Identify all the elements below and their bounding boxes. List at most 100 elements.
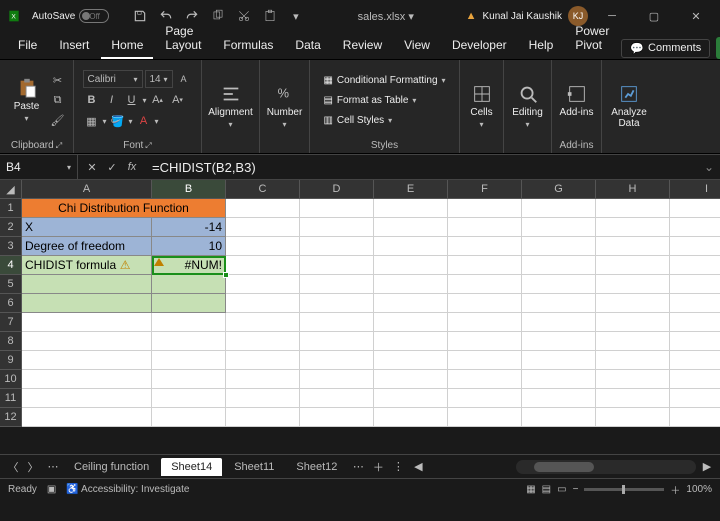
cell-c9[interactable]	[226, 351, 300, 370]
cell-b12[interactable]	[152, 408, 226, 427]
cell-a5[interactable]	[22, 275, 152, 294]
font-name-selector[interactable]: Calibri▾	[83, 70, 143, 88]
sheet-tab-sheet12[interactable]: Sheet12	[286, 458, 347, 476]
formula-input[interactable]: =CHIDIST(B2,B3)	[146, 160, 698, 175]
user-name[interactable]: Kunal Jai Kaushik	[483, 11, 563, 22]
cell-f8[interactable]	[448, 332, 522, 351]
row-header-9[interactable]: 9	[0, 351, 22, 370]
cell-d7[interactable]	[300, 313, 374, 332]
cell-d12[interactable]	[300, 408, 374, 427]
tab-view[interactable]: View	[394, 33, 440, 59]
cell-g4[interactable]	[522, 256, 596, 275]
cell-h7[interactable]	[596, 313, 670, 332]
row-header-10[interactable]: 10	[0, 370, 22, 389]
cell-e7[interactable]	[374, 313, 448, 332]
cell-f1[interactable]	[448, 199, 522, 218]
cell-d6[interactable]	[300, 294, 374, 313]
cell-a12[interactable]	[22, 408, 152, 427]
cell-b5[interactable]	[152, 275, 226, 294]
cell-e2[interactable]	[374, 218, 448, 237]
increase-font-icon[interactable]: A	[175, 70, 193, 88]
cut-icon[interactable]	[234, 6, 254, 26]
tab-developer[interactable]: Developer	[442, 33, 517, 59]
cell-f9[interactable]	[448, 351, 522, 370]
number-format-button[interactable]: % Number▾	[265, 62, 305, 149]
underline-button[interactable]: U	[123, 91, 141, 109]
tab-formulas[interactable]: Formulas	[213, 33, 283, 59]
cell-h2[interactable]	[596, 218, 670, 237]
col-header-f[interactable]: F	[448, 180, 522, 199]
cell-a9[interactable]	[22, 351, 152, 370]
cell-c10[interactable]	[226, 370, 300, 389]
cell-e6[interactable]	[374, 294, 448, 313]
cell-b6[interactable]	[152, 294, 226, 313]
view-page-icon[interactable]: ▤	[542, 484, 551, 495]
tab-review[interactable]: Review	[333, 33, 392, 59]
cell-b10[interactable]	[152, 370, 226, 389]
cell-g7[interactable]	[522, 313, 596, 332]
cell-a7[interactable]	[22, 313, 152, 332]
row-header-11[interactable]: 11	[0, 389, 22, 408]
cell-c12[interactable]	[226, 408, 300, 427]
save-icon[interactable]	[130, 6, 150, 26]
tab-help[interactable]: Help	[519, 33, 564, 59]
accept-formula-icon[interactable]: ✓	[102, 161, 122, 174]
row-header-3[interactable]: 3	[0, 237, 22, 256]
cancel-formula-icon[interactable]: ✕	[82, 161, 102, 174]
cell-e12[interactable]	[374, 408, 448, 427]
view-normal-icon[interactable]: ▦	[526, 484, 535, 495]
formula-expand-icon[interactable]: ⌄	[698, 160, 720, 174]
cell-i4[interactable]	[670, 256, 720, 275]
increase-font-button[interactable]: A▴	[149, 91, 167, 109]
sheet-nav-prev-icon[interactable]: 〈	[4, 459, 22, 475]
cell-d9[interactable]	[300, 351, 374, 370]
tab-data[interactable]: Data	[285, 33, 330, 59]
cell-b9[interactable]	[152, 351, 226, 370]
fill-handle[interactable]	[223, 272, 229, 278]
cell-d8[interactable]	[300, 332, 374, 351]
cell-f7[interactable]	[448, 313, 522, 332]
format-painter-button[interactable]: 🖌	[49, 111, 67, 129]
col-header-d[interactable]: D	[300, 180, 374, 199]
col-header-g[interactable]: G	[522, 180, 596, 199]
cell-i12[interactable]	[670, 408, 720, 427]
cell-d3[interactable]	[300, 237, 374, 256]
cell-f10[interactable]	[448, 370, 522, 389]
col-header-a[interactable]: A	[22, 180, 152, 199]
comments-button[interactable]: 💬 Comments	[621, 39, 710, 58]
cell-g1[interactable]	[522, 199, 596, 218]
cells-button[interactable]: Cells▾	[462, 62, 502, 149]
col-header-i[interactable]: I	[670, 180, 720, 199]
cell-g3[interactable]	[522, 237, 596, 256]
select-all-corner[interactable]: ◢	[0, 180, 22, 199]
row-header-12[interactable]: 12	[0, 408, 22, 427]
bold-button[interactable]: B	[83, 91, 101, 109]
cell-b8[interactable]	[152, 332, 226, 351]
view-break-icon[interactable]: ▭	[557, 484, 566, 495]
cell-a11[interactable]	[22, 389, 152, 408]
cell-a4[interactable]: CHIDIST formula⚠	[22, 256, 152, 275]
maximize-icon[interactable]: ▢	[636, 2, 672, 30]
border-button[interactable]: ▦	[83, 112, 101, 130]
cell-c7[interactable]	[226, 313, 300, 332]
cut-button[interactable]: ✂	[49, 71, 67, 89]
cell-f3[interactable]	[448, 237, 522, 256]
cell-g2[interactable]	[522, 218, 596, 237]
col-header-b[interactable]: B	[152, 180, 226, 199]
cell-g5[interactable]	[522, 275, 596, 294]
cell-a2[interactable]: X	[22, 218, 152, 237]
cell-f11[interactable]	[448, 389, 522, 408]
filename[interactable]: sales.xlsx ▾	[358, 10, 414, 23]
tab-file[interactable]: File	[8, 33, 47, 59]
cell-h10[interactable]	[596, 370, 670, 389]
cell-e1[interactable]	[374, 199, 448, 218]
cell-d4[interactable]	[300, 256, 374, 275]
warning-icon[interactable]: ▲	[466, 10, 477, 22]
font-size-selector[interactable]: 14▾	[145, 70, 173, 88]
copy-button[interactable]: ⧉	[49, 91, 67, 109]
cell-i3[interactable]	[670, 237, 720, 256]
italic-button[interactable]: I	[103, 91, 121, 109]
cell-b3[interactable]: 10	[152, 237, 226, 256]
cell-c5[interactable]	[226, 275, 300, 294]
zoom-out-icon[interactable]: −	[573, 484, 579, 495]
